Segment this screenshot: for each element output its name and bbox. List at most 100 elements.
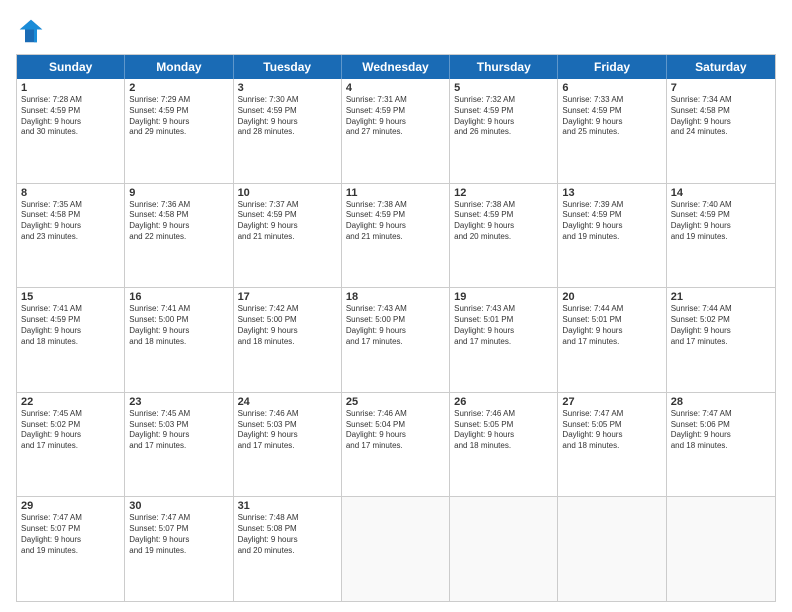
day-cell-22: 22Sunrise: 7:45 AM Sunset: 5:02 PM Dayli…: [17, 393, 125, 497]
day-info: Sunrise: 7:41 AM Sunset: 4:59 PM Dayligh…: [21, 304, 120, 347]
day-cell-1: 1Sunrise: 7:28 AM Sunset: 4:59 PM Daylig…: [17, 79, 125, 183]
day-number: 15: [21, 291, 120, 303]
day-number: 24: [238, 396, 337, 408]
empty-cell: [667, 497, 775, 601]
day-info: Sunrise: 7:33 AM Sunset: 4:59 PM Dayligh…: [562, 95, 661, 138]
day-cell-5: 5Sunrise: 7:32 AM Sunset: 4:59 PM Daylig…: [450, 79, 558, 183]
day-cell-19: 19Sunrise: 7:43 AM Sunset: 5:01 PM Dayli…: [450, 288, 558, 392]
header-day-friday: Friday: [558, 55, 666, 79]
header: [16, 16, 776, 46]
day-cell-7: 7Sunrise: 7:34 AM Sunset: 4:58 PM Daylig…: [667, 79, 775, 183]
day-info: Sunrise: 7:46 AM Sunset: 5:04 PM Dayligh…: [346, 409, 445, 452]
day-info: Sunrise: 7:47 AM Sunset: 5:07 PM Dayligh…: [129, 513, 228, 556]
day-number: 8: [21, 187, 120, 199]
calendar-row-5: 29Sunrise: 7:47 AM Sunset: 5:07 PM Dayli…: [17, 497, 775, 601]
empty-cell: [450, 497, 558, 601]
day-info: Sunrise: 7:44 AM Sunset: 5:02 PM Dayligh…: [671, 304, 771, 347]
day-cell-16: 16Sunrise: 7:41 AM Sunset: 5:00 PM Dayli…: [125, 288, 233, 392]
day-info: Sunrise: 7:30 AM Sunset: 4:59 PM Dayligh…: [238, 95, 337, 138]
day-info: Sunrise: 7:47 AM Sunset: 5:06 PM Dayligh…: [671, 409, 771, 452]
day-cell-15: 15Sunrise: 7:41 AM Sunset: 4:59 PM Dayli…: [17, 288, 125, 392]
day-cell-29: 29Sunrise: 7:47 AM Sunset: 5:07 PM Dayli…: [17, 497, 125, 601]
calendar-row-3: 15Sunrise: 7:41 AM Sunset: 4:59 PM Dayli…: [17, 288, 775, 393]
day-info: Sunrise: 7:46 AM Sunset: 5:05 PM Dayligh…: [454, 409, 553, 452]
header-day-thursday: Thursday: [450, 55, 558, 79]
day-number: 28: [671, 396, 771, 408]
day-info: Sunrise: 7:48 AM Sunset: 5:08 PM Dayligh…: [238, 513, 337, 556]
day-cell-2: 2Sunrise: 7:29 AM Sunset: 4:59 PM Daylig…: [125, 79, 233, 183]
day-cell-11: 11Sunrise: 7:38 AM Sunset: 4:59 PM Dayli…: [342, 184, 450, 288]
day-info: Sunrise: 7:46 AM Sunset: 5:03 PM Dayligh…: [238, 409, 337, 452]
day-cell-23: 23Sunrise: 7:45 AM Sunset: 5:03 PM Dayli…: [125, 393, 233, 497]
day-number: 3: [238, 82, 337, 94]
day-info: Sunrise: 7:38 AM Sunset: 4:59 PM Dayligh…: [454, 200, 553, 243]
day-cell-14: 14Sunrise: 7:40 AM Sunset: 4:59 PM Dayli…: [667, 184, 775, 288]
day-cell-9: 9Sunrise: 7:36 AM Sunset: 4:58 PM Daylig…: [125, 184, 233, 288]
day-cell-24: 24Sunrise: 7:46 AM Sunset: 5:03 PM Dayli…: [234, 393, 342, 497]
logo: [16, 16, 50, 46]
day-cell-26: 26Sunrise: 7:46 AM Sunset: 5:05 PM Dayli…: [450, 393, 558, 497]
day-cell-17: 17Sunrise: 7:42 AM Sunset: 5:00 PM Dayli…: [234, 288, 342, 392]
day-number: 20: [562, 291, 661, 303]
calendar: SundayMondayTuesdayWednesdayThursdayFrid…: [16, 54, 776, 602]
day-cell-4: 4Sunrise: 7:31 AM Sunset: 4:59 PM Daylig…: [342, 79, 450, 183]
day-info: Sunrise: 7:41 AM Sunset: 5:00 PM Dayligh…: [129, 304, 228, 347]
day-cell-13: 13Sunrise: 7:39 AM Sunset: 4:59 PM Dayli…: [558, 184, 666, 288]
day-number: 5: [454, 82, 553, 94]
header-day-wednesday: Wednesday: [342, 55, 450, 79]
day-info: Sunrise: 7:32 AM Sunset: 4:59 PM Dayligh…: [454, 95, 553, 138]
day-cell-18: 18Sunrise: 7:43 AM Sunset: 5:00 PM Dayli…: [342, 288, 450, 392]
day-number: 27: [562, 396, 661, 408]
day-number: 26: [454, 396, 553, 408]
day-cell-27: 27Sunrise: 7:47 AM Sunset: 5:05 PM Dayli…: [558, 393, 666, 497]
day-cell-28: 28Sunrise: 7:47 AM Sunset: 5:06 PM Dayli…: [667, 393, 775, 497]
day-info: Sunrise: 7:45 AM Sunset: 5:02 PM Dayligh…: [21, 409, 120, 452]
calendar-row-1: 1Sunrise: 7:28 AM Sunset: 4:59 PM Daylig…: [17, 79, 775, 184]
header-day-saturday: Saturday: [667, 55, 775, 79]
day-number: 9: [129, 187, 228, 199]
calendar-row-2: 8Sunrise: 7:35 AM Sunset: 4:58 PM Daylig…: [17, 184, 775, 289]
day-info: Sunrise: 7:47 AM Sunset: 5:07 PM Dayligh…: [21, 513, 120, 556]
day-number: 16: [129, 291, 228, 303]
day-number: 22: [21, 396, 120, 408]
day-number: 11: [346, 187, 445, 199]
header-day-monday: Monday: [125, 55, 233, 79]
day-number: 30: [129, 500, 228, 512]
day-number: 4: [346, 82, 445, 94]
day-cell-3: 3Sunrise: 7:30 AM Sunset: 4:59 PM Daylig…: [234, 79, 342, 183]
day-number: 12: [454, 187, 553, 199]
day-number: 10: [238, 187, 337, 199]
day-number: 1: [21, 82, 120, 94]
day-number: 13: [562, 187, 661, 199]
day-cell-8: 8Sunrise: 7:35 AM Sunset: 4:58 PM Daylig…: [17, 184, 125, 288]
day-info: Sunrise: 7:36 AM Sunset: 4:58 PM Dayligh…: [129, 200, 228, 243]
day-cell-6: 6Sunrise: 7:33 AM Sunset: 4:59 PM Daylig…: [558, 79, 666, 183]
day-number: 2: [129, 82, 228, 94]
day-info: Sunrise: 7:38 AM Sunset: 4:59 PM Dayligh…: [346, 200, 445, 243]
day-info: Sunrise: 7:40 AM Sunset: 4:59 PM Dayligh…: [671, 200, 771, 243]
day-info: Sunrise: 7:29 AM Sunset: 4:59 PM Dayligh…: [129, 95, 228, 138]
day-cell-21: 21Sunrise: 7:44 AM Sunset: 5:02 PM Dayli…: [667, 288, 775, 392]
day-number: 17: [238, 291, 337, 303]
day-info: Sunrise: 7:43 AM Sunset: 5:00 PM Dayligh…: [346, 304, 445, 347]
calendar-header: SundayMondayTuesdayWednesdayThursdayFrid…: [17, 55, 775, 79]
calendar-row-4: 22Sunrise: 7:45 AM Sunset: 5:02 PM Dayli…: [17, 393, 775, 498]
empty-cell: [558, 497, 666, 601]
day-info: Sunrise: 7:44 AM Sunset: 5:01 PM Dayligh…: [562, 304, 661, 347]
day-info: Sunrise: 7:37 AM Sunset: 4:59 PM Dayligh…: [238, 200, 337, 243]
day-cell-10: 10Sunrise: 7:37 AM Sunset: 4:59 PM Dayli…: [234, 184, 342, 288]
calendar-body: 1Sunrise: 7:28 AM Sunset: 4:59 PM Daylig…: [17, 79, 775, 601]
day-info: Sunrise: 7:28 AM Sunset: 4:59 PM Dayligh…: [21, 95, 120, 138]
header-day-sunday: Sunday: [17, 55, 125, 79]
day-info: Sunrise: 7:47 AM Sunset: 5:05 PM Dayligh…: [562, 409, 661, 452]
day-cell-12: 12Sunrise: 7:38 AM Sunset: 4:59 PM Dayli…: [450, 184, 558, 288]
day-info: Sunrise: 7:45 AM Sunset: 5:03 PM Dayligh…: [129, 409, 228, 452]
day-number: 29: [21, 500, 120, 512]
logo-icon: [16, 16, 46, 46]
day-number: 21: [671, 291, 771, 303]
day-cell-20: 20Sunrise: 7:44 AM Sunset: 5:01 PM Dayli…: [558, 288, 666, 392]
calendar-page: SundayMondayTuesdayWednesdayThursdayFrid…: [0, 0, 792, 612]
day-info: Sunrise: 7:31 AM Sunset: 4:59 PM Dayligh…: [346, 95, 445, 138]
day-cell-30: 30Sunrise: 7:47 AM Sunset: 5:07 PM Dayli…: [125, 497, 233, 601]
day-number: 6: [562, 82, 661, 94]
